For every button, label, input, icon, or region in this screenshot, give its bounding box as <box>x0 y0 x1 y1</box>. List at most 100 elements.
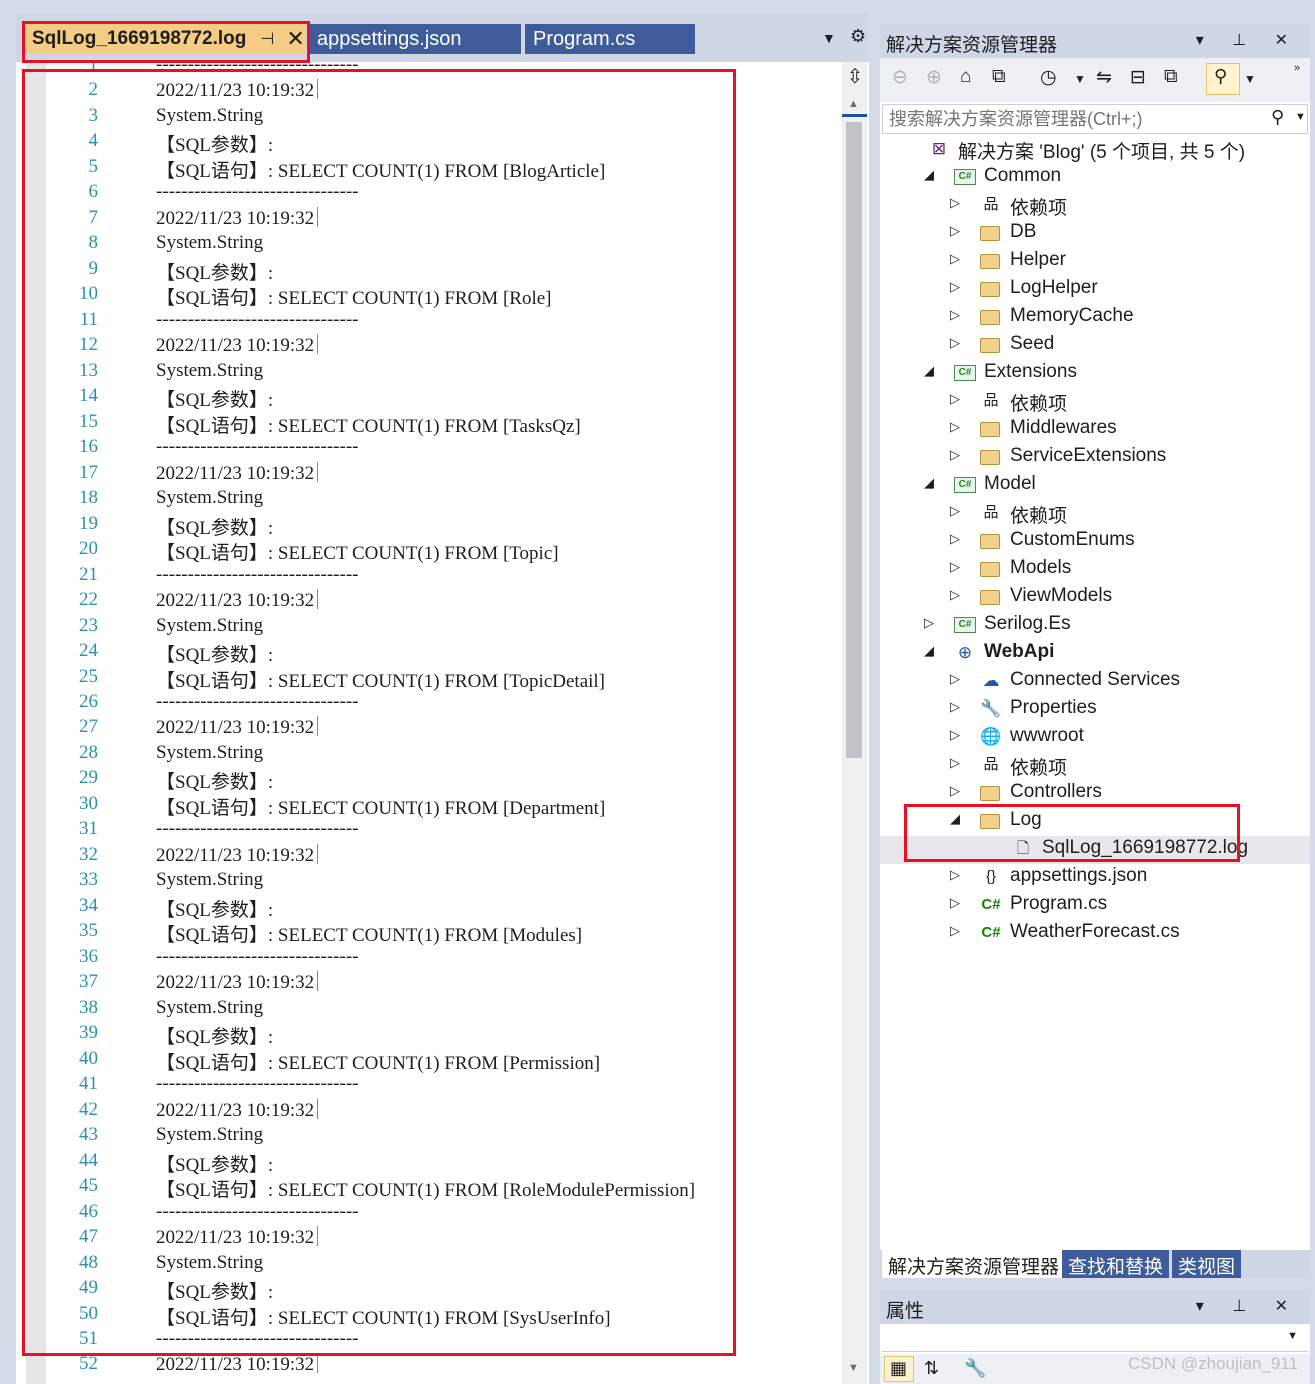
expand-arrow-icon[interactable]: ▷ <box>950 307 960 323</box>
chevron-down-icon[interactable]: ▼ <box>1295 111 1306 123</box>
code-line[interactable]: 35 【SQL语句】: SELECT COUNT(1) FROM [Modules… <box>46 920 836 946</box>
search-input[interactable] <box>889 107 1259 131</box>
pin-icon[interactable]: ⊣ <box>260 29 274 49</box>
categorized-icon[interactable]: ▦ <box>890 1358 907 1379</box>
code-line[interactable]: 42 2022/11/23 10:19:32 <box>46 1098 836 1124</box>
code-line[interactable]: 49 【SQL参数】: <box>46 1277 836 1303</box>
tree-node[interactable]: ▷ ServiceExtensions <box>880 444 1310 472</box>
code-line[interactable]: 7 2022/11/23 10:19:32 <box>46 206 836 232</box>
tree-node[interactable]: ▷ 品依赖项 <box>880 752 1310 780</box>
tree-node[interactable]: ▷ 品依赖项 <box>880 500 1310 528</box>
code-line[interactable]: 20 【SQL语句】: SELECT COUNT(1) FROM [Topic] <box>46 538 836 564</box>
tree-node[interactable]: ▷ Models <box>880 556 1310 584</box>
tree-node[interactable]: ◢ C# Common <box>880 164 1310 192</box>
search-icon[interactable]: ⚲ <box>1271 107 1284 128</box>
expand-arrow-icon[interactable]: ▷ <box>950 783 960 799</box>
back-icon[interactable]: ⊖ <box>892 66 908 89</box>
gear-icon[interactable]: ⚙ <box>850 26 866 47</box>
code-line[interactable]: 38 System.String <box>46 997 836 1022</box>
code-line[interactable]: 1 -------------------------------- <box>46 62 836 79</box>
switch-views-icon[interactable]: ⧉ <box>992 66 1006 88</box>
expand-arrow-icon[interactable]: ▷ <box>950 251 960 267</box>
code-line[interactable]: 25 【SQL语句】: SELECT COUNT(1) FROM [TopicDe… <box>46 666 836 692</box>
tree-node[interactable]: ▷ LogHelper <box>880 276 1310 304</box>
pane-window-buttons[interactable]: ▾ ⊥ ✕ <box>1196 1296 1300 1316</box>
code-line[interactable]: 51 -------------------------------- <box>46 1328 836 1353</box>
expand-arrow-icon[interactable]: ▷ <box>950 671 960 687</box>
tree-node[interactable]: ▷ Controllers <box>880 780 1310 808</box>
code-line[interactable]: 28 System.String <box>46 742 836 767</box>
tree-node[interactable]: ▷ ☁ Connected Services <box>880 668 1310 696</box>
scrollbar-thumb[interactable] <box>846 122 862 758</box>
solution-search-box[interactable]: ⚲ ▼ <box>882 104 1308 134</box>
code-line[interactable]: 18 System.String <box>46 487 836 512</box>
expand-arrow-icon[interactable]: ▷ <box>950 419 960 435</box>
expand-arrow-icon[interactable]: ▷ <box>950 559 960 575</box>
code-line[interactable]: 45 【SQL语句】: SELECT COUNT(1) FROM [RoleMod… <box>46 1175 836 1201</box>
collapse-arrow-icon[interactable]: ◢ <box>950 811 960 827</box>
tree-node[interactable]: ▷ Middlewares <box>880 416 1310 444</box>
close-icon[interactable]: ✕ <box>286 28 304 50</box>
code-line[interactable]: 52 2022/11/23 10:19:32 <box>46 1353 836 1378</box>
code-line[interactable]: 43 System.String <box>46 1124 836 1149</box>
expand-arrow-icon[interactable]: ▷ <box>950 447 960 463</box>
scroll-up-icon[interactable]: ▲ <box>848 98 859 110</box>
wrench-icon[interactable]: 🔧 <box>964 1358 986 1379</box>
tree-node[interactable]: ▷ 🔧 Properties <box>880 696 1310 724</box>
pane-window-buttons[interactable]: ▾ ⊥ ✕ <box>1196 30 1300 50</box>
tab-class-view[interactable]: 类视图 <box>1172 1250 1242 1278</box>
code-line[interactable]: 22 2022/11/23 10:19:32 <box>46 589 836 614</box>
chevron-down-icon[interactable]: ▼ <box>1244 72 1256 86</box>
expand-arrow-icon[interactable]: ▷ <box>950 223 960 239</box>
code-line[interactable]: 3 System.String <box>46 105 836 130</box>
code-line[interactable]: 36 -------------------------------- <box>46 946 836 971</box>
expand-arrow-icon[interactable]: ▷ <box>950 195 960 211</box>
code-line[interactable]: 12 2022/11/23 10:19:32 <box>46 334 836 359</box>
tab-find-replace[interactable]: 查找和替换 <box>1062 1250 1170 1278</box>
tree-node[interactable]: ▷ C# Program.cs <box>880 892 1310 920</box>
collapse-arrow-icon[interactable]: ◢ <box>924 167 934 183</box>
forward-icon[interactable]: ⊕ <box>926 66 942 89</box>
object-selector[interactable]: ▼ <box>882 1326 1308 1352</box>
code-line[interactable]: 13 System.String <box>46 360 836 385</box>
code-line[interactable]: 39 【SQL参数】: <box>46 1022 836 1048</box>
code-line[interactable]: 6 -------------------------------- <box>46 181 836 206</box>
tab-sqllog[interactable]: SqlLog_1669198772.log ⊣ ✕ <box>24 24 306 54</box>
tree-node[interactable]: ▷ 品依赖项 <box>880 192 1310 220</box>
expand-arrow-icon[interactable]: ▷ <box>950 755 960 771</box>
code-line[interactable]: 24 【SQL参数】: <box>46 640 836 666</box>
sync-icon[interactable]: ⇋ <box>1096 66 1112 89</box>
code-area[interactable]: 1 -------------------------------- 2 2022/1… <box>46 62 842 1384</box>
code-line[interactable]: 21 -------------------------------- <box>46 564 836 589</box>
chevron-down-icon[interactable]: ▼ <box>1287 1330 1298 1342</box>
tree-node[interactable]: ▷ MemoryCache <box>880 304 1310 332</box>
code-line[interactable]: 9 【SQL参数】: <box>46 258 836 284</box>
expand-arrow-icon[interactable]: ▷ <box>950 895 960 911</box>
expand-arrow-icon[interactable]: ▷ <box>950 727 960 743</box>
code-line[interactable]: 29 【SQL参数】: <box>46 767 836 793</box>
code-line[interactable]: 14 【SQL参数】: <box>46 385 836 411</box>
tree-node[interactable]: ▷ CustomEnums <box>880 528 1310 556</box>
expand-arrow-icon[interactable]: ▷ <box>950 867 960 883</box>
tree-node[interactable]: ◢ ⊕ WebApi <box>880 640 1310 668</box>
code-line[interactable]: 17 2022/11/23 10:19:32 <box>46 461 836 487</box>
code-line[interactable]: 5 【SQL语句】: SELECT COUNT(1) FROM [BlogArti… <box>46 156 836 182</box>
code-line[interactable]: 23 System.String <box>46 615 836 640</box>
tree-node[interactable]: ◢ C# Model <box>880 472 1310 500</box>
code-line[interactable]: 46 -------------------------------- <box>46 1201 836 1226</box>
code-line[interactable]: 33 System.String <box>46 869 836 894</box>
code-line[interactable]: 47 2022/11/23 10:19:32 <box>46 1226 836 1251</box>
tree-node[interactable]: ▷ {} appsettings.json <box>880 864 1310 892</box>
code-line[interactable]: 30 【SQL语句】: SELECT COUNT(1) FROM [Departm… <box>46 793 836 819</box>
expand-arrow-icon[interactable]: ▷ <box>950 503 960 519</box>
tree-node[interactable]: ▷ Helper <box>880 248 1310 276</box>
code-line[interactable]: 11 -------------------------------- <box>46 309 836 334</box>
pending-changes-icon[interactable]: ◷ <box>1040 66 1057 89</box>
code-line[interactable]: 34 【SQL参数】: <box>46 895 836 921</box>
expand-arrow-icon[interactable]: ▷ <box>950 279 960 295</box>
code-line[interactable]: 26 -------------------------------- <box>46 691 836 716</box>
tree-node[interactable]: ⊠ 解决方案 'Blog' (5 个项目, 共 5 个) <box>880 136 1310 164</box>
code-line[interactable]: 8 System.String <box>46 232 836 257</box>
expand-arrow-icon[interactable]: ▷ <box>924 615 934 631</box>
code-line[interactable]: 44 【SQL参数】: <box>46 1150 836 1176</box>
